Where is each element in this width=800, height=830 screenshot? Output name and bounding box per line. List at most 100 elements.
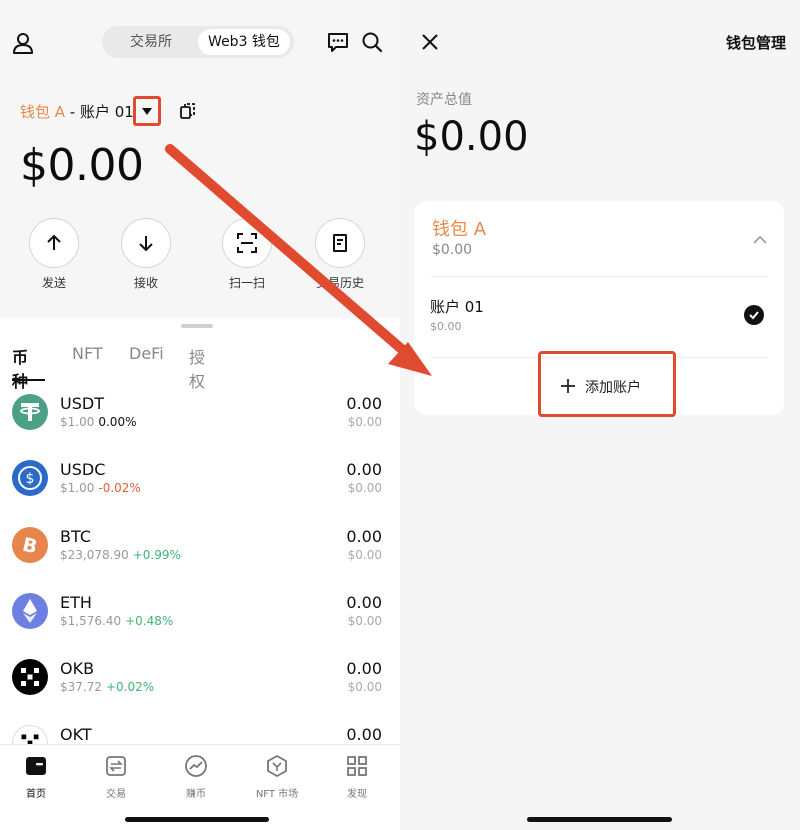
- nav-discover-label: 发现: [347, 789, 367, 800]
- total-assets-label: 资产总值: [416, 92, 472, 108]
- token-row-usdc[interactable]: $ USDC $1.00 -0.02% 0.00 $0.00: [0, 454, 400, 520]
- token-symbol: USDT: [60, 394, 104, 413]
- usdc-icon: $: [12, 460, 48, 497]
- add-account-button[interactable]: 添加账户: [538, 351, 676, 417]
- wallet-account-selector[interactable]: 钱包 A - 账户 01: [20, 100, 134, 124]
- tab-web3-wallet[interactable]: Web3 钱包: [198, 29, 290, 55]
- token-symbol: OKB: [60, 659, 95, 679]
- nav-earn-label: 赚币: [186, 789, 206, 800]
- token-row-eth[interactable]: ETH $1,576.40 +0.48% 0.00 $0.00: [0, 587, 400, 653]
- receive-action[interactable]: 接收: [111, 218, 181, 291]
- wallet-name: 钱包 A: [432, 219, 487, 240]
- token-change: +0.48%: [125, 613, 174, 628]
- close-icon[interactable]: [420, 32, 440, 52]
- scan-action[interactable]: 扫一扫: [212, 218, 282, 291]
- token-amount: 0.00: [346, 725, 382, 745]
- tab-nft[interactable]: NFT: [72, 344, 103, 363]
- token-price: $1.00: [60, 481, 95, 496]
- sheet-drag-handle[interactable]: [181, 324, 213, 328]
- account-name: 账户 01: [430, 298, 484, 316]
- tab-defi[interactable]: DeFi: [129, 344, 164, 363]
- history-icon: [315, 218, 365, 268]
- token-row-btc[interactable]: B BTC $23,078.90 +0.99% 0.00 $0.00: [0, 521, 400, 587]
- token-row-usdt[interactable]: USDT $1.00 0.00% 0.00 $0.00: [0, 388, 400, 454]
- token-price: $1.00: [60, 415, 95, 429]
- token-symbol: ETH: [60, 592, 92, 612]
- home-indicator: [527, 817, 672, 822]
- tab-exchange[interactable]: 交易所: [106, 29, 196, 55]
- okb-icon: [12, 659, 48, 696]
- wallet-separator: -: [65, 103, 80, 121]
- receive-label: 接收: [133, 276, 158, 290]
- divider: [430, 276, 768, 277]
- top-header: 交易所 Web3 钱包: [0, 24, 400, 60]
- svg-text:B: B: [20, 533, 39, 558]
- token-list: USDT $1.00 0.00% 0.00 $0.00 $ USDC $1.00-…: [0, 388, 400, 786]
- token-value: $0.00: [347, 481, 382, 496]
- profile-icon[interactable]: [10, 30, 36, 56]
- total-assets-value: $0.00: [414, 114, 529, 160]
- caret-down-icon: [142, 108, 152, 115]
- token-change: +0.99%: [132, 547, 181, 562]
- plus-icon: [561, 378, 575, 393]
- chevron-up-icon[interactable]: [752, 231, 768, 244]
- btc-icon: B: [12, 526, 48, 563]
- token-price: $1,576.40: [60, 613, 122, 628]
- account-row[interactable]: 账户 01 $0.00: [414, 291, 784, 337]
- token-symbol: USDC: [60, 460, 106, 480]
- token-change: -0.02%: [98, 481, 141, 496]
- token-value: $0.00: [347, 680, 382, 695]
- token-value: $0.00: [347, 415, 382, 429]
- active-tab-indicator: [12, 379, 45, 381]
- token-symbol: OKT: [60, 725, 92, 745]
- trade-icon: [103, 753, 129, 779]
- discover-icon: [344, 753, 370, 779]
- tab-approvals[interactable]: 授权: [189, 344, 205, 392]
- nav-home-label: 首页: [26, 789, 46, 800]
- svg-text:$: $: [26, 471, 35, 487]
- history-label: 交易历史: [315, 276, 364, 290]
- checkmark-icon: [744, 305, 764, 325]
- scan-icon: [222, 218, 272, 268]
- send-action[interactable]: 发送: [19, 218, 89, 291]
- nav-trade[interactable]: 交易: [76, 753, 156, 800]
- nav-nft-market-label: NFT 市场: [255, 789, 299, 800]
- wallet-balance: $0.00: [432, 242, 473, 258]
- token-amount: 0.00: [346, 460, 382, 480]
- nav-earn[interactable]: 赚币: [156, 753, 236, 800]
- token-amount: 0.00: [346, 659, 382, 679]
- nav-discover[interactable]: 发现: [317, 753, 397, 800]
- total-balance: $0.00: [20, 140, 144, 191]
- search-icon[interactable]: [360, 30, 384, 54]
- scan-label: 扫一扫: [228, 276, 265, 290]
- history-action[interactable]: 交易历史: [305, 218, 375, 291]
- add-account-label: 添加账户: [585, 380, 641, 396]
- page-title: 钱包管理: [725, 34, 786, 52]
- usdt-icon: [12, 394, 48, 430]
- token-amount: 0.00: [346, 526, 382, 546]
- nav-home[interactable]: 首页: [0, 753, 76, 800]
- arrow-down-icon: [121, 218, 171, 268]
- earn-icon: [183, 753, 209, 779]
- account-name: 账户 01: [79, 103, 134, 121]
- eth-icon: [12, 592, 48, 629]
- tab-tokens[interactable]: 币种: [12, 344, 28, 392]
- token-change: 0.00%: [98, 415, 137, 429]
- token-price-line: $1.00 0.00%: [60, 415, 136, 429]
- token-row-okb[interactable]: OKB $37.72 +0.02% 0.00 $0.00: [0, 653, 400, 719]
- token-price-line: $1,576.40 +0.48%: [60, 614, 173, 628]
- nav-trade-label: 交易: [106, 789, 126, 800]
- account-dropdown-button[interactable]: [133, 96, 161, 126]
- wallet-icon: [23, 753, 49, 779]
- token-amount: 0.00: [346, 394, 382, 413]
- nft-market-icon: [264, 753, 290, 779]
- copy-address-icon[interactable]: [178, 101, 198, 121]
- arrow-up-icon: [29, 218, 79, 268]
- token-amount: 0.00: [346, 592, 382, 612]
- message-icon[interactable]: [326, 30, 350, 54]
- home-indicator: [125, 817, 269, 822]
- token-price: $23,078.90: [60, 547, 129, 562]
- token-value: $0.00: [347, 613, 382, 628]
- wallet-name: 钱包 A: [20, 103, 66, 121]
- nav-nft-market[interactable]: NFT 市场: [237, 753, 317, 800]
